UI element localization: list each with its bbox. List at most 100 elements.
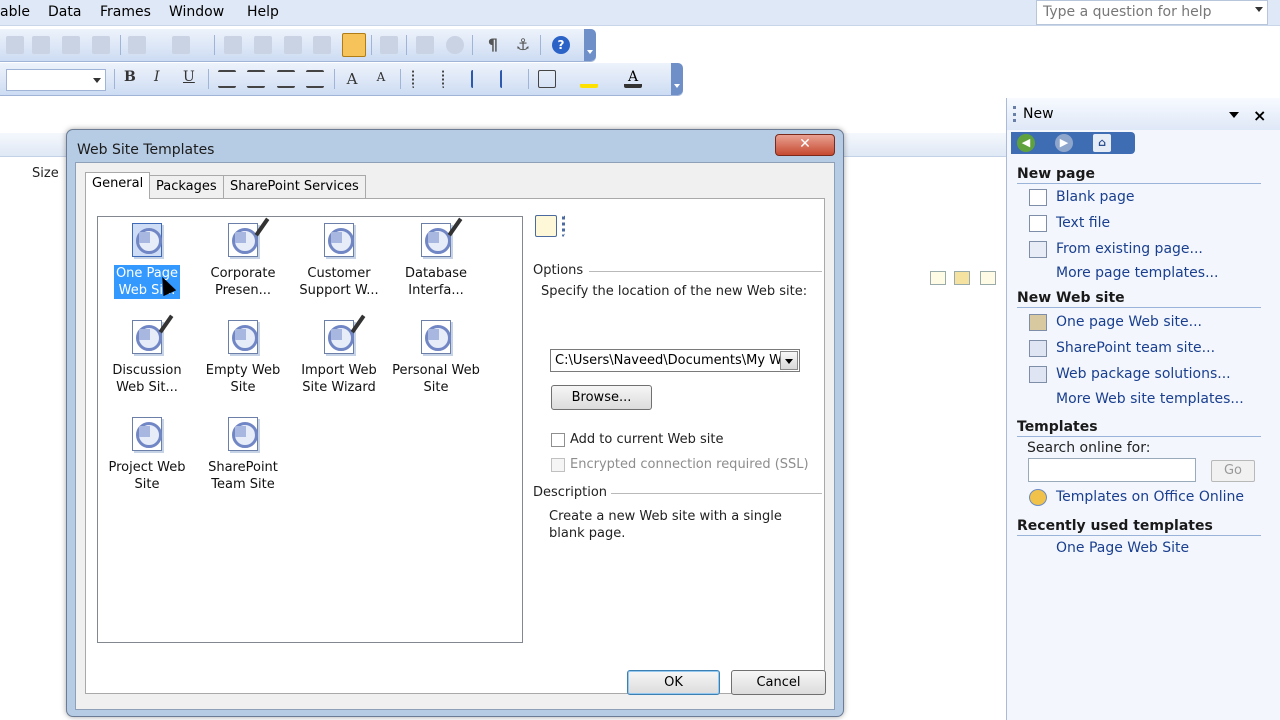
insert-picture-icon[interactable] <box>313 36 331 54</box>
link-text-file[interactable]: Text file <box>1056 215 1110 231</box>
menu-table[interactable]: able <box>0 4 30 20</box>
template-import-web-site-wizard[interactable]: Import Web Site Wizard <box>293 314 385 396</box>
menu-window[interactable]: Window <box>169 4 224 20</box>
copy-icon[interactable] <box>32 36 50 54</box>
toolbar-separator <box>406 35 407 55</box>
drawing-icon[interactable] <box>342 33 366 57</box>
link-blank-page[interactable]: Blank page <box>1056 189 1134 205</box>
template-one-page-web-site[interactable]: One Page Web Si... <box>101 219 193 299</box>
link-more-site-templates[interactable]: More Web site templates... <box>1056 391 1244 407</box>
toolbar-options-icon[interactable] <box>671 63 683 95</box>
template-corporate-presence[interactable]: Corporate Presen... <box>197 217 289 299</box>
help-search-input[interactable]: Type a question for help <box>1036 0 1268 25</box>
increase-indent-icon[interactable] <box>500 70 518 88</box>
tab-packages[interactable]: Packages <box>149 175 224 198</box>
tab-sharepoint-services[interactable]: SharePoint Services <box>223 175 366 198</box>
new-folder-icon[interactable] <box>954 271 970 285</box>
help-icon[interactable]: ? <box>552 36 570 54</box>
toolbar-options-icon[interactable] <box>584 29 596 61</box>
toolbar-separator <box>472 35 473 55</box>
browse-button[interactable]: Browse... <box>551 385 652 410</box>
underline-button[interactable]: U <box>183 69 195 85</box>
web-component-icon[interactable] <box>224 36 242 54</box>
location-dropdown-icon[interactable] <box>780 351 798 370</box>
link-one-page-site[interactable]: One page Web site... <box>1056 314 1202 330</box>
go-button[interactable]: Go <box>1211 460 1255 482</box>
template-sharepoint-team-site[interactable]: SharePoint Team Site <box>197 413 289 493</box>
pilcrow-icon[interactable]: ¶ <box>484 36 502 54</box>
paste-icon[interactable] <box>62 36 80 54</box>
template-label: Database <box>404 266 468 281</box>
folder-list-icon[interactable] <box>416 36 434 54</box>
large-icons-view-icon[interactable] <box>535 215 557 237</box>
template-label: Interfa... <box>408 283 464 298</box>
menu-data[interactable]: Data <box>48 4 81 20</box>
formatting-toolbar: B I U A A A <box>0 63 683 96</box>
font-size-select[interactable] <box>6 69 106 91</box>
link-existing-page[interactable]: From existing page... <box>1056 241 1203 257</box>
wizard-template-icon <box>322 314 366 356</box>
cut-icon[interactable] <box>6 36 24 54</box>
bold-button[interactable]: B <box>124 69 136 85</box>
shrink-font-icon[interactable]: A <box>372 70 390 88</box>
details-view-icon[interactable] <box>562 215 584 237</box>
align-center-icon[interactable] <box>247 70 265 88</box>
redo-icon[interactable] <box>172 36 190 54</box>
back-arrow-icon[interactable]: ◀ <box>1017 134 1035 152</box>
link-more-page-templates[interactable]: More page templates... <box>1056 265 1218 281</box>
pane-dropdown-icon[interactable] <box>1229 112 1239 118</box>
justify-icon[interactable] <box>306 70 324 88</box>
highlight-icon[interactable] <box>580 70 598 88</box>
template-label: Project Web <box>108 460 186 475</box>
grow-font-icon[interactable]: A <box>343 70 361 88</box>
add-current-checkbox[interactable] <box>551 433 565 447</box>
template-personal-web-site[interactable]: Personal Web Site <box>390 316 482 396</box>
help-dropdown-icon[interactable] <box>1255 7 1263 12</box>
template-empty-web-site[interactable]: Empty Web Site <box>197 316 289 396</box>
link-web-package[interactable]: Web package solutions... <box>1056 366 1231 382</box>
size-column-header[interactable]: Size <box>32 166 59 181</box>
font-color-icon[interactable]: A <box>624 70 642 88</box>
pane-grip-icon[interactable] <box>1013 106 1016 122</box>
pane-close-button[interactable]: × <box>1253 106 1266 125</box>
borders-icon[interactable] <box>538 70 556 88</box>
undo-icon[interactable] <box>128 36 146 54</box>
location-combo[interactable]: C:\Users\Naveed\Documents\My We <box>550 349 800 372</box>
insert-layer-icon[interactable] <box>284 36 302 54</box>
link-office-online[interactable]: Templates on Office Online <box>1056 489 1244 505</box>
link-recent-one-page[interactable]: One Page Web Site <box>1056 540 1189 556</box>
task-pane: New × ◀ ▶ ⌂ New page Blank page Text fil… <box>1006 98 1280 720</box>
menu-frames[interactable]: Frames <box>100 4 151 20</box>
cancel-button[interactable]: Cancel <box>731 670 826 695</box>
blank-page-icon <box>1029 189 1047 206</box>
template-database-interface[interactable]: Database Interfa... <box>390 217 482 299</box>
format-painter-icon[interactable] <box>92 36 110 54</box>
align-right-icon[interactable] <box>277 70 295 88</box>
italic-button[interactable]: I <box>154 69 160 85</box>
home-icon[interactable]: ⌂ <box>1093 134 1111 152</box>
close-list-icon[interactable] <box>980 271 996 285</box>
toolbar-separator <box>208 69 209 89</box>
insert-table-icon[interactable] <box>254 36 272 54</box>
align-left-icon[interactable] <box>218 70 236 88</box>
numbering-icon[interactable] <box>412 70 430 88</box>
ok-button[interactable]: OK <box>627 670 720 695</box>
tab-general[interactable]: General <box>85 172 151 199</box>
new-page-icon[interactable] <box>930 271 946 285</box>
link-sharepoint-site[interactable]: SharePoint team site... <box>1056 340 1215 356</box>
stop-icon[interactable] <box>446 36 464 54</box>
menu-bar: able Data Frames Window Help Type a ques… <box>0 0 1280 26</box>
ssl-checkbox[interactable] <box>551 458 565 472</box>
anchor-icon[interactable]: ⚓ <box>514 36 532 54</box>
template-project-web-site[interactable]: Project Web Site <box>101 413 193 493</box>
template-customer-support[interactable]: Customer Support W... <box>293 219 385 299</box>
forward-arrow-icon[interactable]: ▶ <box>1055 134 1073 152</box>
dialog-close-button[interactable]: ✕ <box>775 134 835 156</box>
bullets-icon[interactable] <box>442 70 460 88</box>
web-site-templates-dialog: Web Site Templates ✕ General Packages Sh… <box>66 129 844 717</box>
menu-help[interactable]: Help <box>247 4 279 20</box>
hyperlink-icon[interactable] <box>380 36 398 54</box>
template-search-input[interactable] <box>1028 458 1196 482</box>
template-discussion-web-site[interactable]: Discussion Web Sit... <box>101 314 193 396</box>
decrease-indent-icon[interactable] <box>471 70 489 88</box>
